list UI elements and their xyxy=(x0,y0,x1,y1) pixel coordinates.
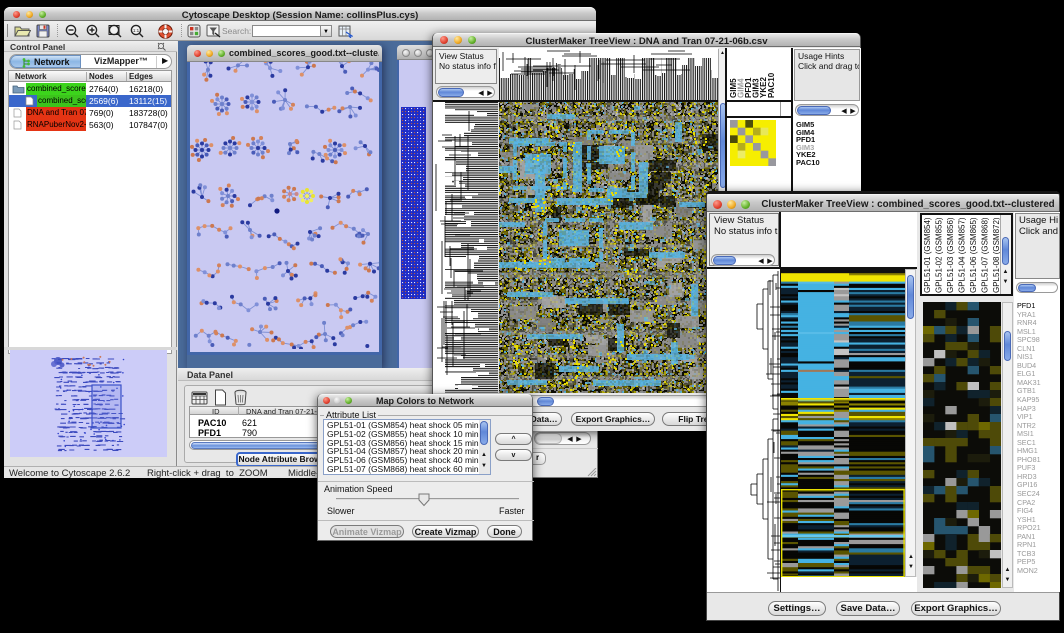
svg-text:GPL51-02 (GSM855): GPL51-02 (GSM855) xyxy=(935,217,944,293)
svg-text:PAC10: PAC10 xyxy=(767,72,776,98)
svg-text:GPL51-08 (GSM872): GPL51-08 (GSM872) xyxy=(992,217,1000,293)
svg-text:GPL51-03 (GSM856): GPL51-03 (GSM856) xyxy=(946,217,955,293)
svg-text:GPL51-07 (GSM868): GPL51-07 (GSM868) xyxy=(981,217,990,293)
svg-text:GPL51-04 (GSM857): GPL51-04 (GSM857) xyxy=(958,217,967,293)
svg-text:1:1: 1:1 xyxy=(133,28,140,33)
svg-text:GPL51-06 (GSM865): GPL51-06 (GSM865) xyxy=(969,217,978,293)
svg-text:GPL51-01 (GSM854): GPL51-01 (GSM854) xyxy=(923,217,932,293)
